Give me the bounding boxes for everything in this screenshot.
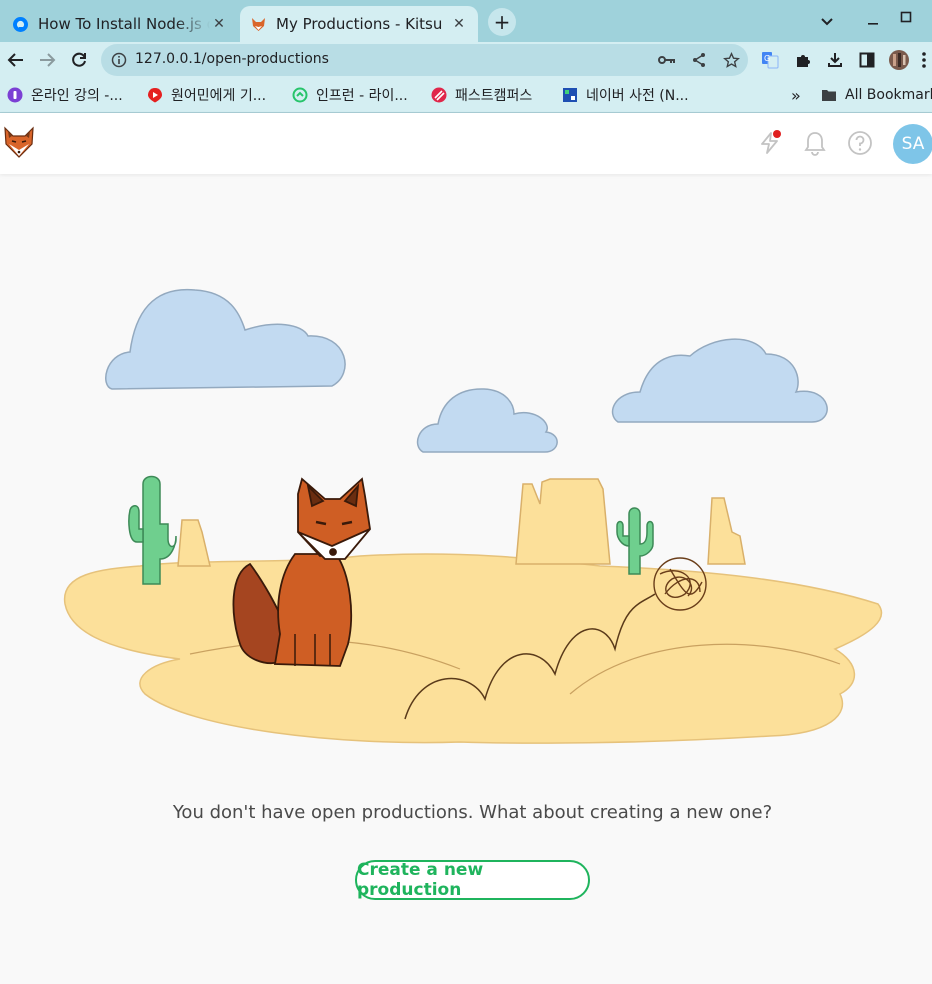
share-icon[interactable] [689,50,709,70]
empty-state-illustration [40,274,900,754]
bookmark-label: 네이버 사전 (N... [586,88,689,104]
new-tab-button[interactable]: + [488,8,516,36]
maximize-icon[interactable] [895,6,917,28]
svg-text:G: G [764,54,770,63]
address-bar[interactable]: 127.0.0.1/open-productions [101,44,748,76]
all-bookmarks-label: All Bookmarks [845,87,932,103]
news-feed-icon[interactable] [756,129,784,157]
bookmark-label: 온라인 강의 -... [31,88,123,104]
empty-state-message: You don't have open productions. What ab… [172,802,773,823]
forward-icon[interactable] [33,46,61,74]
browser-tab-strip: How To Install Node.js on ✕ My Productio… [0,0,932,42]
bookmarks-overflow-button[interactable]: » [791,86,801,105]
folder-icon [821,87,837,103]
star-icon[interactable] [721,50,741,70]
app-header: SA [0,113,932,174]
chevron-down-icon[interactable] [816,10,838,32]
download-icon[interactable] [821,46,849,74]
key-icon[interactable] [657,50,677,70]
site-info-icon[interactable] [109,50,129,70]
help-icon[interactable] [846,129,874,157]
extensions-icon[interactable] [789,46,817,74]
naver-icon [562,87,578,103]
tab-title: How To Install Node.js on [38,15,210,33]
back-icon[interactable] [2,46,30,74]
url-text: 127.0.0.1/open-productions [135,51,329,67]
tab-title: My Productions - Kitsu [276,15,443,33]
bookmark-label: 원어민에게 기... [171,88,267,104]
bell-icon[interactable] [801,129,829,157]
bookmark-item[interactable]: 패스트캠퍼스 [431,86,532,104]
fastcampus-icon [431,87,447,103]
profile-avatar-icon[interactable] [885,46,913,74]
desert-illustration [63,553,883,744]
all-bookmarks-button[interactable]: All Bookmarks [821,86,932,104]
youtube-icon [147,87,163,103]
minimize-icon[interactable] [862,10,884,32]
cloud-illustration [105,288,828,453]
bookmarks-bar: 온라인 강의 -... 원어민에게 기... 인프런 - 라이... 패스트캠퍼… [0,78,932,113]
translate-icon[interactable]: G [756,46,784,74]
bookmark-item[interactable]: 원어민에게 기... [147,86,266,104]
more-menu-icon[interactable] [916,46,932,74]
side-panel-icon[interactable] [853,46,881,74]
purple-circle-icon [7,87,23,103]
browser-tab-kitsu[interactable]: My Productions - Kitsu ✕ [240,6,478,42]
bookmark-item[interactable]: 네이버 사전 (N... [562,86,689,104]
close-icon[interactable]: ✕ [210,15,228,33]
create-production-button[interactable]: Create a new production [355,860,590,900]
inflearn-icon [292,87,308,103]
bookmark-label: 패스트캠퍼스 [455,88,533,104]
notification-dot [773,130,781,138]
close-icon[interactable]: ✕ [450,15,468,33]
bookmark-label: 인프런 - 라이... [316,88,408,104]
user-avatar[interactable]: SA [893,124,932,164]
browser-tab-nodejs[interactable]: How To Install Node.js on ✕ [2,6,238,42]
mesa-illustration [177,478,746,567]
bookmark-item[interactable]: 인프런 - 라이... [292,86,408,104]
reload-icon[interactable] [65,46,93,74]
bookmark-item[interactable]: 온라인 강의 -... [7,86,123,104]
digitalocean-icon [12,16,29,33]
kitsu-fox-icon [250,16,267,33]
main-content: You don't have open productions. What ab… [0,174,932,984]
kitsu-logo-icon[interactable] [3,126,35,160]
browser-toolbar: 127.0.0.1/open-productions G [0,42,932,78]
